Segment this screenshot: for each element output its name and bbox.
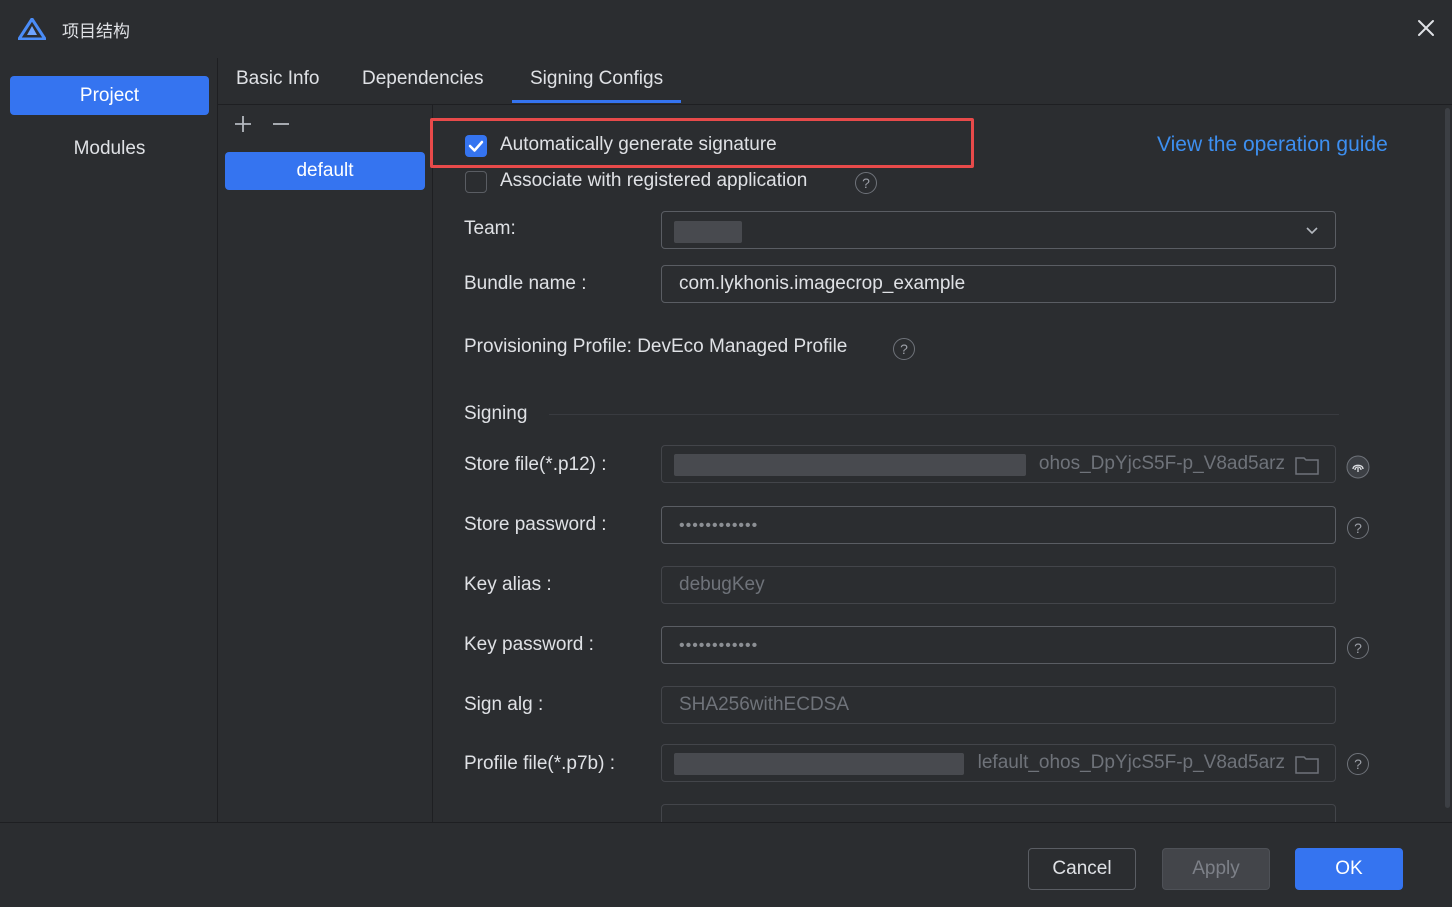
store-password-help-icon[interactable]: ? (1347, 517, 1369, 539)
scrollbar-thumb[interactable] (1445, 108, 1450, 808)
section-divider (549, 414, 1339, 415)
auto-generate-checkbox[interactable] (465, 135, 487, 157)
redacted-path (674, 753, 964, 775)
deveco-logo-icon (18, 18, 46, 40)
minus-icon[interactable] (269, 112, 293, 136)
plus-icon[interactable] (231, 112, 255, 136)
store-file-value: ohos_DpYjcS5F-p_V8ad5arz (1038, 453, 1285, 474)
project-structure-nav: Project Modules (0, 58, 218, 822)
redacted-path (674, 454, 1026, 476)
redacted-team-name (674, 221, 742, 243)
profile-file-label: Profile file(*.p7b) : (464, 753, 616, 774)
signing-config-panel: Automatically generate signature Associa… (433, 104, 1440, 822)
cancel-button[interactable]: Cancel (1028, 848, 1136, 890)
key-alias-label: Key alias : (464, 574, 552, 595)
auto-generate-label: Automatically generate signature (500, 134, 777, 155)
profile-file-field[interactable]: lefault_ohos_DpYjcS5F-p_V8ad5arz (661, 744, 1336, 782)
next-field-partial[interactable] (661, 804, 1336, 822)
settings-tabs: Basic Info Dependencies Signing Configs (218, 58, 1452, 105)
vertical-scrollbar[interactable] (1442, 104, 1452, 822)
ok-button[interactable]: OK (1295, 848, 1403, 890)
chevron-down-icon (1306, 227, 1318, 235)
nav-item-project[interactable]: Project (10, 76, 209, 115)
close-icon[interactable] (1414, 16, 1438, 40)
provisioning-help-icon[interactable]: ? (893, 338, 915, 360)
config-item-default[interactable]: default (225, 152, 425, 190)
profile-file-help-icon[interactable]: ? (1347, 753, 1369, 775)
nav-item-modules[interactable]: Modules (10, 129, 209, 168)
store-file-label: Store file(*.p12) : (464, 454, 607, 475)
checkmark-icon (468, 140, 484, 152)
store-password-field[interactable]: •••••••••••• (661, 506, 1336, 544)
associate-label: Associate with registered application (500, 170, 808, 191)
key-password-help-icon[interactable]: ? (1347, 637, 1369, 659)
tab-dependencies[interactable]: Dependencies (362, 68, 483, 102)
sign-alg-label: Sign alg : (464, 694, 544, 715)
title-bar: 项目结构 (0, 0, 1452, 58)
tab-signing-configs[interactable]: Signing Configs (511, 68, 682, 103)
signing-config-list: default (218, 104, 433, 822)
operation-guide-link[interactable]: View the operation guide (1157, 133, 1388, 157)
folder-icon[interactable] (1295, 754, 1319, 774)
dialog-footer: Cancel Apply OK (0, 822, 1452, 907)
window-title: 项目结构 (62, 22, 130, 41)
bundle-name-field[interactable]: com.lykhonis.imagecrop_example (661, 265, 1336, 303)
associate-help-icon[interactable]: ? (855, 172, 877, 194)
team-select[interactable] (661, 211, 1336, 249)
apply-button[interactable]: Apply (1162, 848, 1270, 890)
key-password-value: •••••••••••• (679, 637, 759, 654)
associate-checkbox[interactable] (465, 171, 487, 193)
folder-icon[interactable] (1295, 455, 1319, 475)
key-alias-field[interactable]: debugKey (661, 566, 1336, 604)
store-file-field[interactable]: ohos_DpYjcS5F-p_V8ad5arz (661, 445, 1336, 483)
profile-file-value: lefault_ohos_DpYjcS5F-p_V8ad5arz (977, 752, 1285, 773)
sign-alg-field[interactable]: SHA256withECDSA (661, 686, 1336, 724)
provisioning-profile-label: Provisioning Profile: DevEco Managed Pro… (464, 336, 848, 357)
signing-section-title: Signing (464, 403, 528, 424)
tab-basic-info[interactable]: Basic Info (236, 68, 319, 102)
fingerprint-icon[interactable] (1346, 455, 1370, 479)
bundle-name-label: Bundle name : (464, 273, 587, 294)
store-password-value: •••••••••••• (679, 517, 759, 534)
store-password-label: Store password : (464, 514, 607, 535)
team-label: Team: (464, 218, 516, 239)
key-password-field[interactable]: •••••••••••• (661, 626, 1336, 664)
key-password-label: Key password : (464, 634, 594, 655)
